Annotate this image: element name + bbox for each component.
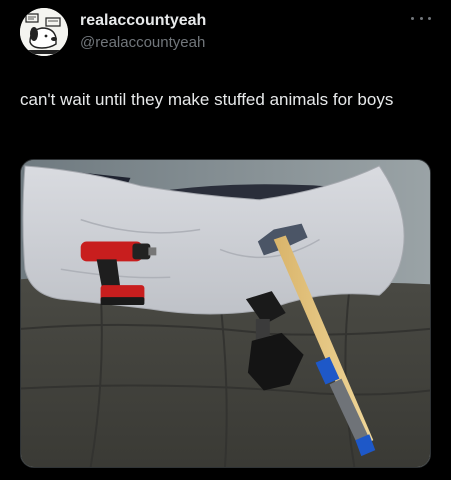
tweet-photo[interactable] bbox=[20, 159, 431, 468]
dot bbox=[428, 16, 431, 20]
tweet-text: can't wait until they make stuffed anima… bbox=[20, 90, 394, 109]
photo-pillow-with-drill-hammer-dumbbell bbox=[21, 160, 430, 467]
dot bbox=[419, 16, 423, 20]
author-display-name[interactable]: realaccountyeah bbox=[80, 12, 206, 30]
dot bbox=[411, 16, 414, 20]
cartoon-dog-avatar-icon bbox=[20, 8, 68, 56]
more-options-icon[interactable] bbox=[411, 12, 431, 24]
tweet-card[interactable]: realaccountyeah @realaccountyeah can't w… bbox=[0, 0, 451, 480]
author-avatar[interactable] bbox=[20, 8, 68, 56]
author-handle[interactable]: @realaccountyeah bbox=[80, 34, 205, 51]
